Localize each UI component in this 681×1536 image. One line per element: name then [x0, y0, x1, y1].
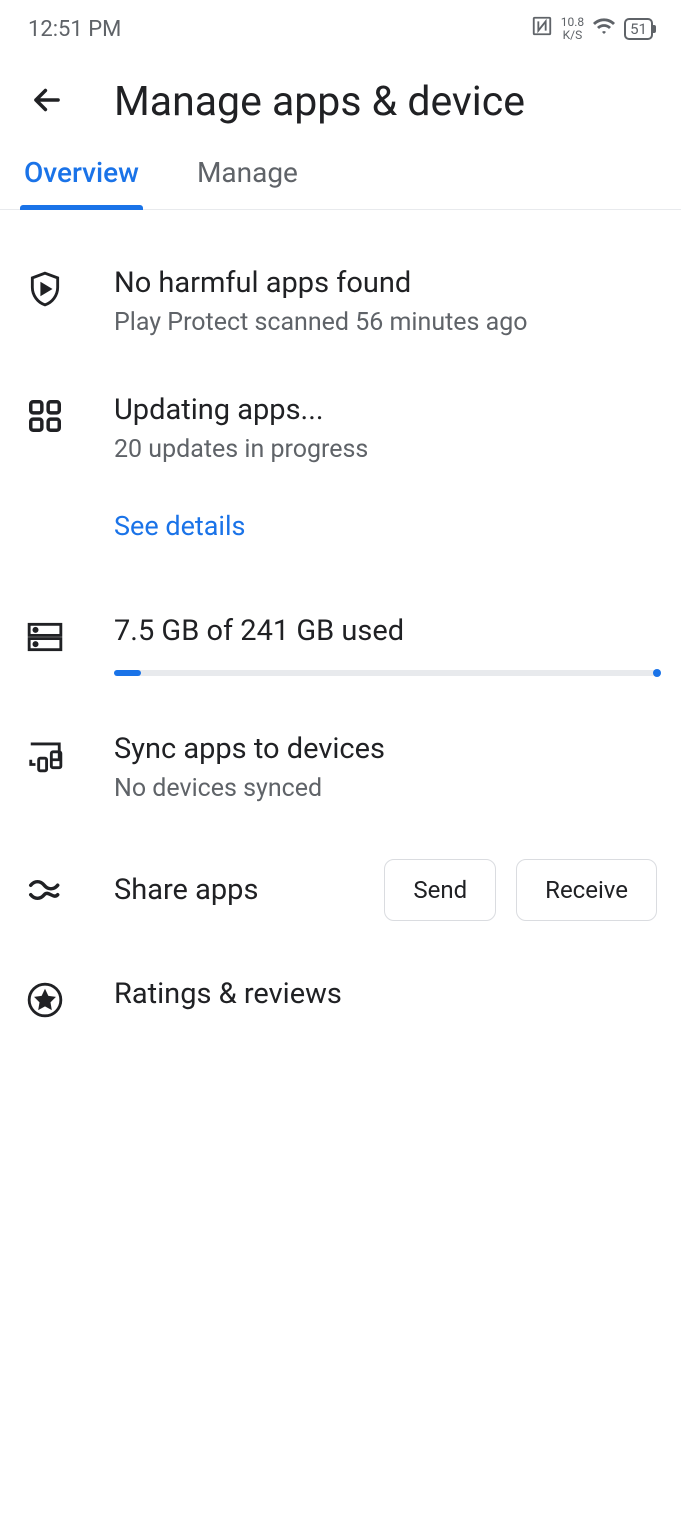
content: No harmful apps found Play Protect scann… [0, 210, 681, 1019]
status-time: 12:51 PM [28, 17, 121, 42]
nearby-share-icon [24, 871, 66, 909]
storage-progress [114, 670, 657, 676]
battery-indicator: 51 [624, 18, 653, 40]
sync-row[interactable]: Sync apps to devices No devices synced [24, 732, 657, 803]
nfc-icon [531, 15, 553, 43]
apps-grid-icon [24, 393, 66, 435]
updates-sub: 20 updates in progress [114, 435, 657, 464]
send-button[interactable]: Send [384, 859, 496, 921]
ratings-title: Ratings & reviews [114, 977, 657, 1011]
storage-icon [24, 614, 66, 656]
status-right: 10.8K/S 51 [531, 14, 653, 44]
status-bar: 12:51 PM 10.8K/S 51 [0, 0, 681, 58]
app-header: Manage apps & device [0, 58, 681, 156]
devices-icon [24, 732, 66, 774]
receive-button[interactable]: Receive [516, 859, 657, 921]
share-row: Share apps Send Receive [24, 859, 657, 921]
page-title: Manage apps & device [114, 78, 525, 126]
sync-sub: No devices synced [114, 774, 657, 803]
updates-title: Updating apps... [114, 393, 657, 427]
back-button[interactable] [28, 81, 66, 123]
storage-progress-fill [114, 670, 141, 676]
tab-manage[interactable]: Manage [197, 156, 298, 209]
storage-text: 7.5 GB of 241 GB used [114, 614, 657, 648]
play-protect-row[interactable]: No harmful apps found Play Protect scann… [24, 266, 657, 337]
see-details-link[interactable]: See details [114, 510, 657, 542]
storage-progress-dot [653, 669, 661, 677]
network-speed: 10.8K/S [561, 16, 584, 42]
wifi-icon [592, 14, 616, 44]
shield-play-icon [24, 266, 66, 308]
ratings-row[interactable]: Ratings & reviews [24, 977, 657, 1019]
protect-title: No harmful apps found [114, 266, 657, 300]
updates-row[interactable]: Updating apps... 20 updates in progress [24, 393, 657, 464]
protect-sub: Play Protect scanned 56 minutes ago [114, 308, 657, 337]
tabs: Overview Manage [0, 156, 681, 210]
storage-row[interactable]: 7.5 GB of 241 GB used [24, 614, 657, 676]
tab-overview[interactable]: Overview [24, 156, 139, 209]
sync-title: Sync apps to devices [114, 732, 657, 766]
share-label: Share apps [114, 873, 336, 907]
star-circle-icon [24, 977, 66, 1019]
